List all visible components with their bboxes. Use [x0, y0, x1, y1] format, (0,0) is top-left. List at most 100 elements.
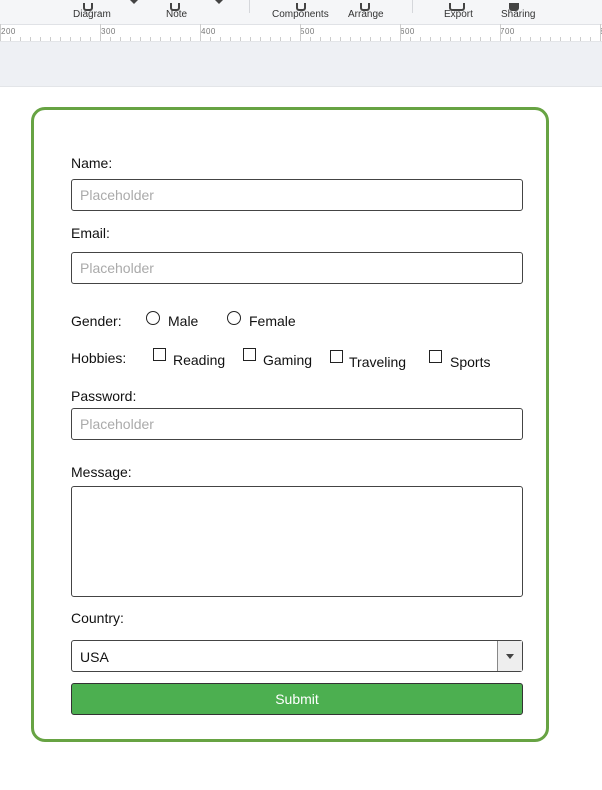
ruler-tick [580, 37, 581, 41]
dropdown-button[interactable] [497, 641, 522, 671]
ruler-tick [490, 37, 491, 41]
ruler-tick [100, 24, 101, 41]
ruler-tick [350, 37, 351, 41]
ruler-tick [240, 37, 241, 41]
ruler-tick [590, 37, 591, 41]
ruler-tick [360, 37, 361, 41]
ruler-tick [410, 37, 411, 41]
ruler-tick [50, 37, 51, 41]
ruler-tick [120, 37, 121, 41]
ruler-tick [60, 37, 61, 41]
ruler-tick [510, 37, 511, 41]
ruler-tick [30, 37, 31, 41]
ruler-tick [560, 37, 561, 41]
export-icon [449, 3, 465, 11]
country-label: Country: [71, 610, 124, 626]
name-label: Name: [71, 155, 113, 171]
diagram-button[interactable]: Diagram [73, 3, 111, 20]
ruler-tick [330, 37, 331, 41]
ruler-tick [190, 37, 191, 41]
ruler-tick [320, 37, 321, 41]
ruler-tick [370, 37, 371, 41]
country-value: USA [80, 649, 109, 665]
ruler-tick [210, 37, 211, 41]
ruler-tick [270, 37, 271, 41]
female-label: Female [249, 313, 296, 329]
male-label: Male [168, 313, 199, 329]
ruler-tick [220, 37, 221, 41]
ruler-tick [570, 37, 571, 41]
radio-female[interactable] [227, 311, 241, 325]
ruler-tick [400, 24, 401, 41]
sports-label: Sports [450, 354, 491, 370]
email-input[interactable] [71, 252, 523, 284]
ruler-tick [290, 37, 291, 41]
checkbox-sports[interactable] [429, 350, 442, 363]
divider [249, 0, 250, 13]
ruler-tick [480, 37, 481, 41]
export-button[interactable]: Export [444, 3, 473, 20]
traveling-label: Traveling [349, 354, 407, 370]
chevron-down-icon [506, 654, 514, 659]
ruler-tick [600, 24, 601, 41]
ruler-label: 600 [400, 27, 415, 36]
ruler-tick [140, 37, 141, 41]
ruler-label: 400 [201, 27, 216, 36]
ruler-tick [0, 24, 1, 41]
ruler-tick [380, 37, 381, 41]
ruler-tick [280, 37, 281, 41]
ruler-label: 500 [300, 27, 315, 36]
email-label: Email: [71, 225, 110, 241]
name-input[interactable] [71, 179, 523, 211]
chevron-down-icon[interactable] [130, 0, 138, 4]
ruler-tick [460, 37, 461, 41]
checkbox-traveling[interactable] [330, 350, 343, 363]
ruler-tick [170, 37, 171, 41]
components-icon [296, 3, 306, 11]
ruler-tick [20, 37, 21, 41]
divider [412, 0, 413, 13]
ruler-label: 700 [500, 27, 515, 36]
sharing-button[interactable]: Sharing [501, 3, 536, 20]
horizontal-ruler[interactable]: 200 300 400 500 600 700 8 [0, 24, 602, 42]
ruler-tick [260, 37, 261, 41]
note-icon [170, 3, 180, 11]
ruler-tick [300, 24, 301, 41]
submit-button[interactable]: Submit [71, 683, 523, 715]
arrange-button[interactable]: Arrange [348, 3, 384, 20]
diagram-label: Diagram [73, 9, 111, 20]
ruler-tick [420, 37, 421, 41]
reading-label: Reading [173, 352, 226, 368]
sharing-label: Sharing [501, 9, 536, 20]
ruler-tick [110, 37, 111, 41]
country-select[interactable]: USA [71, 640, 523, 672]
message-label: Message: [71, 464, 132, 480]
ruler-tick [70, 37, 71, 41]
components-button[interactable]: Components [272, 3, 329, 20]
radio-male[interactable] [146, 311, 160, 325]
hobbies-label: Hobbies: [71, 350, 127, 366]
ruler-tick [520, 37, 521, 41]
checkbox-gaming[interactable] [243, 348, 256, 361]
note-button[interactable]: Note [166, 3, 187, 20]
checkbox-reading[interactable] [153, 348, 166, 361]
message-textarea[interactable] [71, 486, 523, 597]
password-label: Password: [71, 388, 137, 404]
ruler-tick [340, 37, 341, 41]
chevron-down-icon[interactable] [215, 0, 223, 4]
arrange-icon [360, 3, 370, 11]
ruler-tick [450, 37, 451, 41]
ruler-tick [230, 37, 231, 41]
password-input[interactable] [71, 408, 523, 440]
gaming-label: Gaming [263, 352, 313, 368]
form-card: Name: Email: Gender: Male Female Hobbies… [31, 107, 549, 742]
diagram-icon [83, 3, 93, 11]
ruler-tick [530, 37, 531, 41]
ruler-tick [390, 37, 391, 41]
ruler-tick [200, 24, 201, 41]
canvas-header-band [0, 42, 602, 87]
toolbar: Diagram Note Components Arrange Export S… [0, 0, 602, 25]
ruler-tick [90, 37, 91, 41]
ruler-tick [130, 37, 131, 41]
ruler-tick [10, 37, 11, 41]
